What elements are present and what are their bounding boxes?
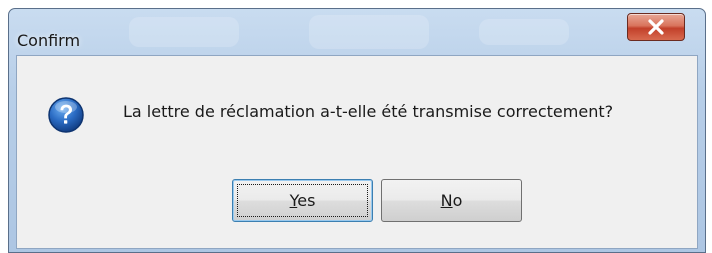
confirm-dialog: Confirm La lettre de réclamation a-t-ell… (8, 8, 706, 253)
dialog-message: La lettre de réclamation a-t-elle été tr… (123, 102, 614, 121)
yes-button[interactable]: Yes (232, 179, 373, 222)
dialog-title: Confirm (17, 31, 81, 50)
focus-ring (237, 184, 368, 217)
question-icon (48, 97, 84, 133)
no-button-label: No (440, 191, 463, 210)
close-icon (648, 19, 664, 35)
close-button[interactable] (627, 13, 685, 41)
dialog-body: La lettre de réclamation a-t-elle été tr… (16, 55, 698, 249)
no-button[interactable]: No (381, 179, 522, 222)
